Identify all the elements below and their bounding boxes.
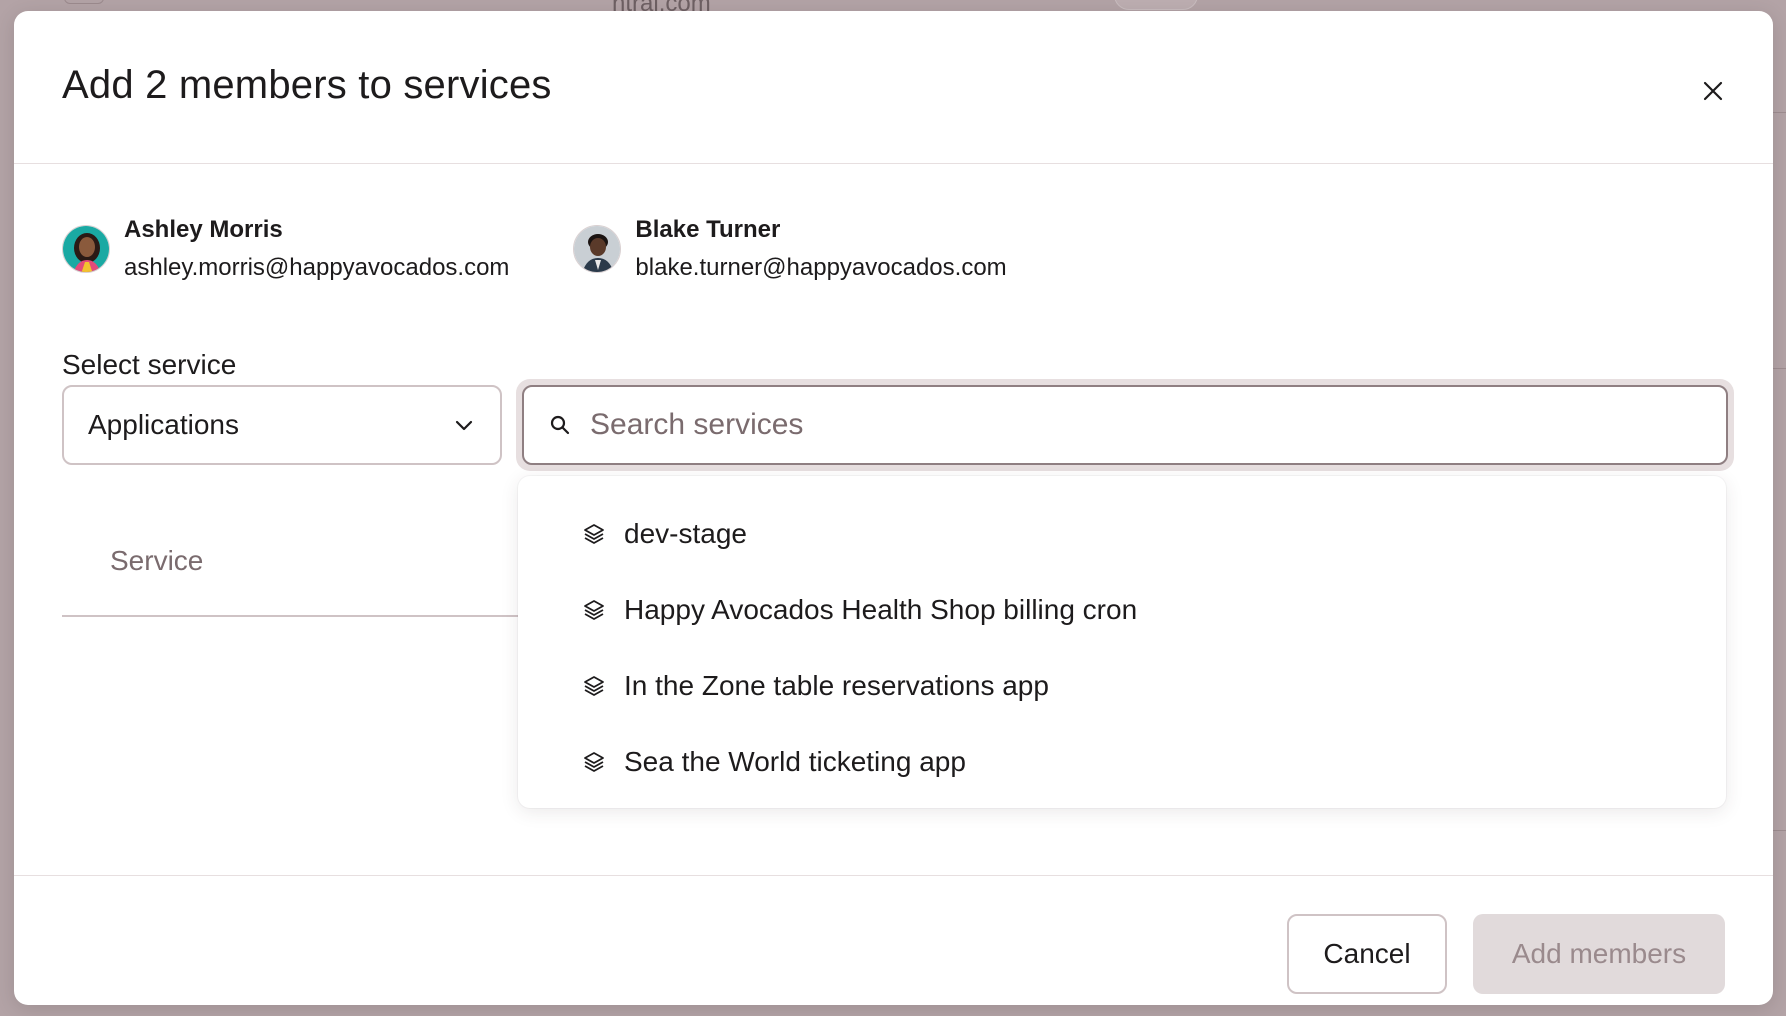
dialog-header: Add 2 members to services [14, 11, 1773, 164]
dropdown-item-label: Happy Avocados Health Shop billing cron [624, 594, 1138, 625]
search-box [522, 385, 1728, 465]
chevron-down-icon [455, 420, 473, 431]
member-email: blake.turner@happyavocados.com [635, 254, 1007, 281]
select-service-label: Select service [62, 349, 237, 380]
search-input[interactable] [590, 408, 1651, 442]
background-divider [1772, 368, 1786, 369]
dropdown-item[interactable]: Happy Avocados Health Shop billing cron [518, 572, 1726, 648]
service-type-value: Applications [88, 409, 239, 440]
layers-icon [584, 600, 604, 620]
services-table-header: Service [62, 509, 532, 617]
dialog-title: Add 2 members to services [62, 63, 552, 107]
layers-icon [584, 524, 604, 544]
search-focus-ring [516, 379, 1734, 471]
background-pill [1114, 0, 1198, 10]
member-name: Ashley Morris [124, 216, 283, 243]
dropdown-item[interactable]: Sea the World ticketing app [518, 724, 1726, 800]
member-name: Blake Turner [635, 216, 781, 243]
background-divider [1772, 830, 1786, 831]
background-checkbox [64, 0, 104, 4]
member-item: Ashley Morris ashley.morris@happyavocado… [62, 216, 509, 282]
background-divider [1772, 112, 1786, 113]
add-members-button[interactable]: Add members [1473, 914, 1725, 994]
avatar [573, 225, 622, 273]
member-email: ashley.morris@happyavocados.com [124, 254, 510, 281]
layers-icon [584, 676, 604, 696]
dropdown-item[interactable]: In the Zone table reservations app [518, 648, 1726, 724]
avatar [62, 225, 110, 273]
close-icon [1703, 81, 1723, 101]
dialog-footer: Cancel Add members [14, 875, 1773, 1005]
add-members-dialog: Add 2 members to services Ashley Morris … [14, 11, 1773, 1005]
search-icon [550, 415, 570, 435]
service-type-select[interactable]: Applications [62, 385, 502, 465]
dropdown-item-label: dev-stage [624, 518, 747, 549]
member-item: Blake Turner blake.turner@happyavocados.… [573, 216, 1007, 282]
column-service: Service [110, 545, 204, 576]
layers-icon [584, 752, 604, 772]
member-list: Ashley Morris ashley.morris@happyavocado… [62, 216, 1007, 282]
dropdown-item-label: In the Zone table reservations app [624, 670, 1049, 701]
dropdown-item[interactable]: dev-stage [518, 496, 1726, 572]
services-dropdown: dev-stage Happy Avocados Health Shop bil… [518, 476, 1726, 808]
cancel-button[interactable]: Cancel [1287, 914, 1447, 994]
dropdown-item-label: Sea the World ticketing app [624, 746, 966, 777]
close-button[interactable] [1691, 69, 1735, 113]
